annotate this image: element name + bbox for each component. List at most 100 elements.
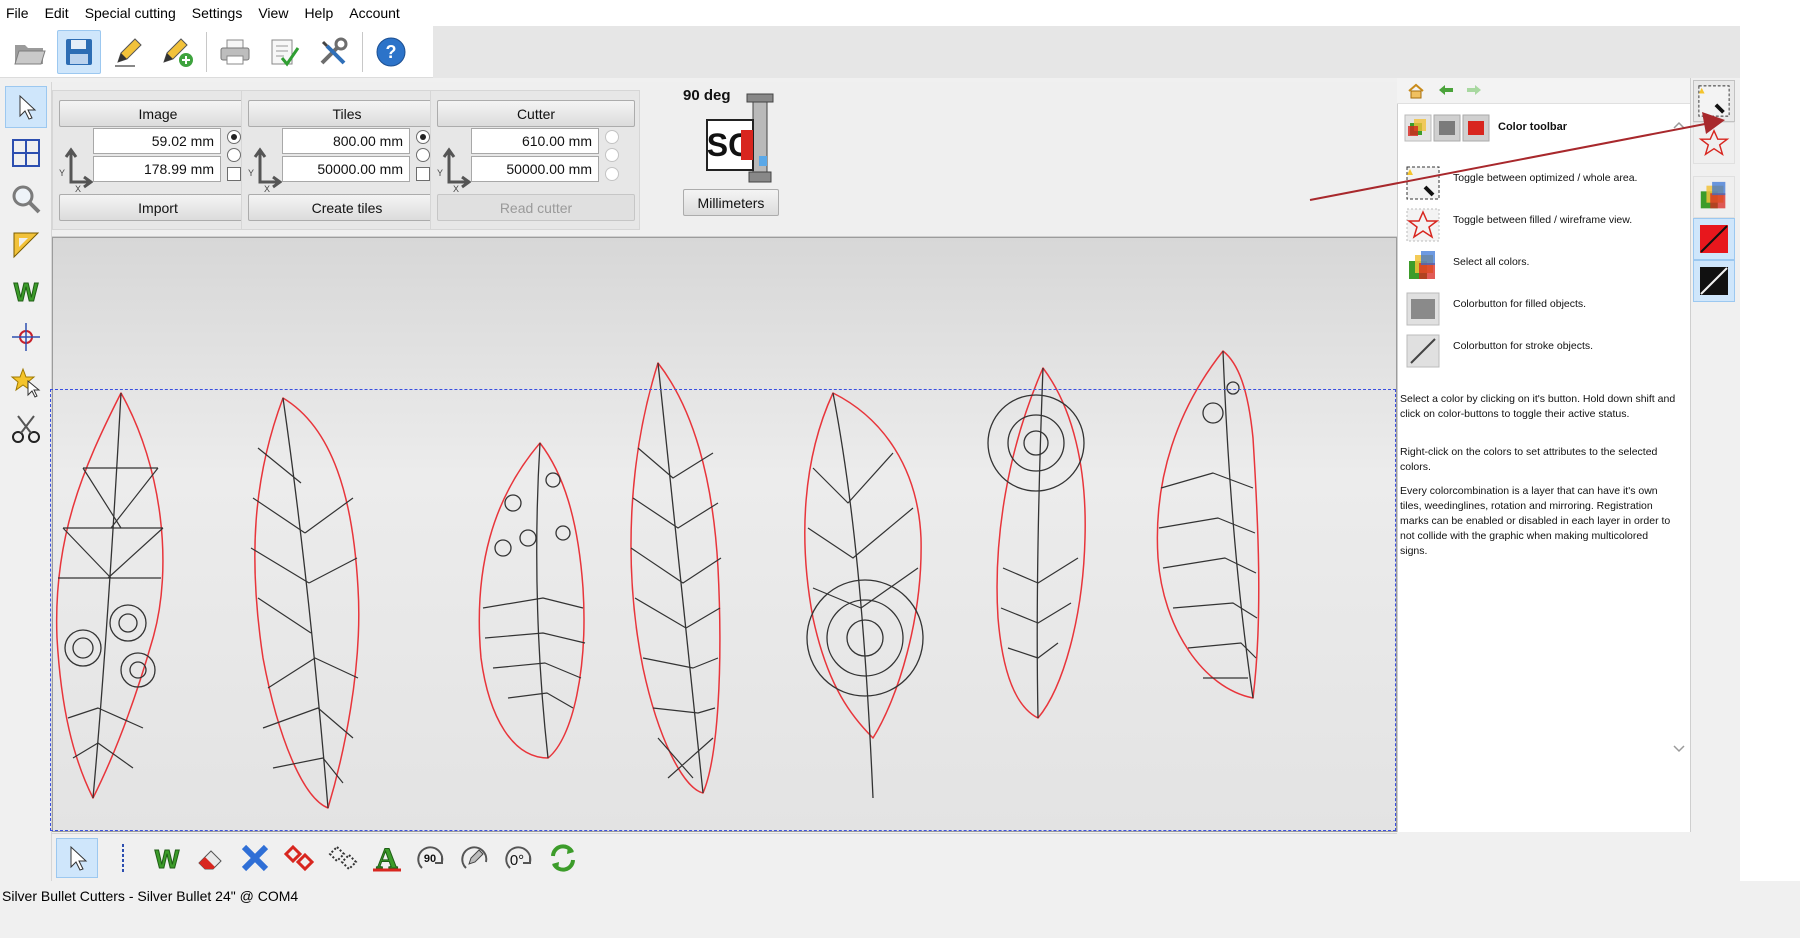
black-stroke-color-button[interactable] [1693, 260, 1735, 302]
select-all-colors-icon [1409, 251, 1435, 279]
cutter-radio-2[interactable] [605, 148, 619, 162]
scroll-down-icon[interactable] [1673, 745, 1685, 753]
floppy-disk-icon [66, 38, 92, 65]
tiles-title-button[interactable]: Tiles [248, 100, 446, 127]
menu-settings[interactable]: Settings [192, 5, 243, 21]
import-button[interactable]: Import [59, 194, 257, 221]
main-toolbar: ? [0, 26, 433, 78]
pen-rotate-icon [461, 846, 488, 869]
xy-axis-icon: YX [248, 147, 282, 194]
right-margin [1740, 26, 1800, 881]
svg-text:X: X [75, 184, 81, 194]
tiles-checkbox[interactable] [416, 167, 430, 181]
tools-button[interactable] [311, 30, 355, 74]
save-button[interactable] [57, 29, 101, 74]
reg-marks-filled-tool[interactable] [278, 838, 320, 878]
cutter-length-field[interactable]: 50000.00 mm [471, 156, 599, 182]
cutter-rotation-button[interactable]: SC [705, 92, 777, 185]
select-all-colors-button[interactable] [1693, 176, 1735, 218]
grid-icon [12, 139, 40, 167]
forward-arrow-icon[interactable] [1465, 84, 1483, 96]
rotate-90-label: 90 [424, 853, 436, 865]
cutter-title-button[interactable]: Cutter [437, 100, 635, 127]
image-radio-1[interactable] [227, 130, 241, 144]
units-button[interactable]: Millimeters [683, 189, 779, 216]
set-square-tool[interactable] [5, 224, 47, 266]
wireframe-toggle[interactable] [1693, 122, 1735, 164]
create-tiles-button[interactable]: Create tiles [248, 194, 446, 221]
tiles-tool[interactable] [5, 132, 47, 174]
vertical-line-tool[interactable] [102, 838, 144, 878]
checklist-icon [271, 39, 300, 66]
tile-height-field[interactable]: 50000.00 mm [282, 156, 410, 182]
image-height-field[interactable]: 178.99 mm [93, 156, 221, 182]
help-paragraph-3: Every colorcombination is a layer that c… [1400, 485, 1671, 557]
pen-rotate-tool[interactable] [454, 838, 496, 878]
pointer-arrow-icon [70, 845, 88, 871]
image-radio-2[interactable] [227, 148, 241, 162]
help-item-fill-color-text: Colorbutton for filled objects. [1453, 298, 1587, 310]
tile-width-field[interactable]: 800.00 mm [282, 128, 410, 154]
select-tool[interactable] [5, 86, 47, 128]
open-button[interactable] [8, 30, 52, 74]
scroll-up-icon[interactable] [1673, 121, 1685, 129]
help-item-wireframe-text: Toggle between filled / wireframe view. [1453, 214, 1633, 226]
menu-edit[interactable]: Edit [45, 5, 69, 21]
bottom-toolbar: W A 90 0° [52, 833, 1397, 881]
weed-border-tool[interactable]: W [146, 838, 188, 878]
rotate-0-icon: 0° [505, 846, 532, 869]
image-width-field[interactable]: 59.02 mm [93, 128, 221, 154]
refresh-tool[interactable] [542, 838, 584, 878]
menu-bar: File Edit Special cutting Settings View … [0, 0, 1800, 26]
help-paragraph-2: Right-click on the colors to set attribu… [1400, 446, 1658, 473]
tiles-radio-1[interactable] [416, 130, 430, 144]
eraser-icon [198, 850, 222, 870]
menu-help[interactable]: Help [304, 5, 333, 21]
favorites-tool[interactable] [5, 362, 47, 404]
image-title-button[interactable]: Image [59, 100, 257, 127]
help-item-optimized-text: Toggle between optimized / whole area. [1453, 172, 1638, 184]
fill-color-icon [1406, 292, 1440, 326]
menu-view[interactable]: View [258, 5, 288, 21]
help-button[interactable]: ? [369, 30, 413, 74]
svg-text:W: W [14, 277, 39, 306]
print-button[interactable] [213, 30, 257, 74]
reg-marks-outline-tool[interactable] [322, 838, 364, 878]
checklist-button[interactable] [262, 30, 306, 74]
read-cutter-button[interactable]: Read cutter [437, 194, 635, 221]
text-tool[interactable]: A [366, 838, 408, 878]
tiles-radio-2[interactable] [416, 148, 430, 162]
toolbar-separator [362, 31, 363, 72]
help-header-title: Color toolbar [1498, 121, 1568, 133]
back-arrow-icon[interactable] [1437, 84, 1455, 96]
cut-tool[interactable] [5, 408, 47, 450]
eraser-tool[interactable] [190, 838, 232, 878]
select-all-colors-icon [1700, 181, 1726, 209]
help-paragraph-1: Select a color by clicking on it's butto… [1400, 393, 1676, 420]
home-icon[interactable] [1407, 83, 1425, 99]
xy-axis-icon: YX [437, 147, 471, 194]
rotate-0-tool[interactable]: 0° [498, 838, 540, 878]
menu-special-cutting[interactable]: Special cutting [85, 5, 176, 21]
black-color-swatch-icon [1700, 267, 1728, 295]
red-stroke-color-button[interactable] [1693, 218, 1735, 260]
cutter-radio-3[interactable] [605, 167, 619, 181]
cutter-radio-1[interactable] [605, 130, 619, 144]
menu-file[interactable]: File [6, 5, 29, 21]
add-pen-button[interactable] [155, 30, 199, 74]
zoom-tool[interactable] [5, 178, 47, 220]
help-scrollbar[interactable] [1670, 118, 1688, 828]
rotate-90-tool[interactable]: 90 [410, 838, 452, 878]
weed-w-icon: W [154, 844, 180, 874]
cutter-width-field[interactable]: 610.00 mm [471, 128, 599, 154]
optimized-area-toggle[interactable] [1693, 80, 1735, 122]
selection-bounding-box [50, 389, 1396, 831]
svg-text:?: ? [386, 42, 397, 62]
weeding-tool[interactable]: W [5, 270, 47, 312]
edit-button[interactable] [106, 30, 150, 74]
image-keep-ratio-checkbox[interactable] [227, 167, 241, 181]
registration-mark-tool[interactable] [5, 316, 47, 358]
bottom-select-tool[interactable] [56, 838, 98, 878]
menu-account[interactable]: Account [349, 5, 400, 21]
delete-tool[interactable] [234, 838, 276, 878]
